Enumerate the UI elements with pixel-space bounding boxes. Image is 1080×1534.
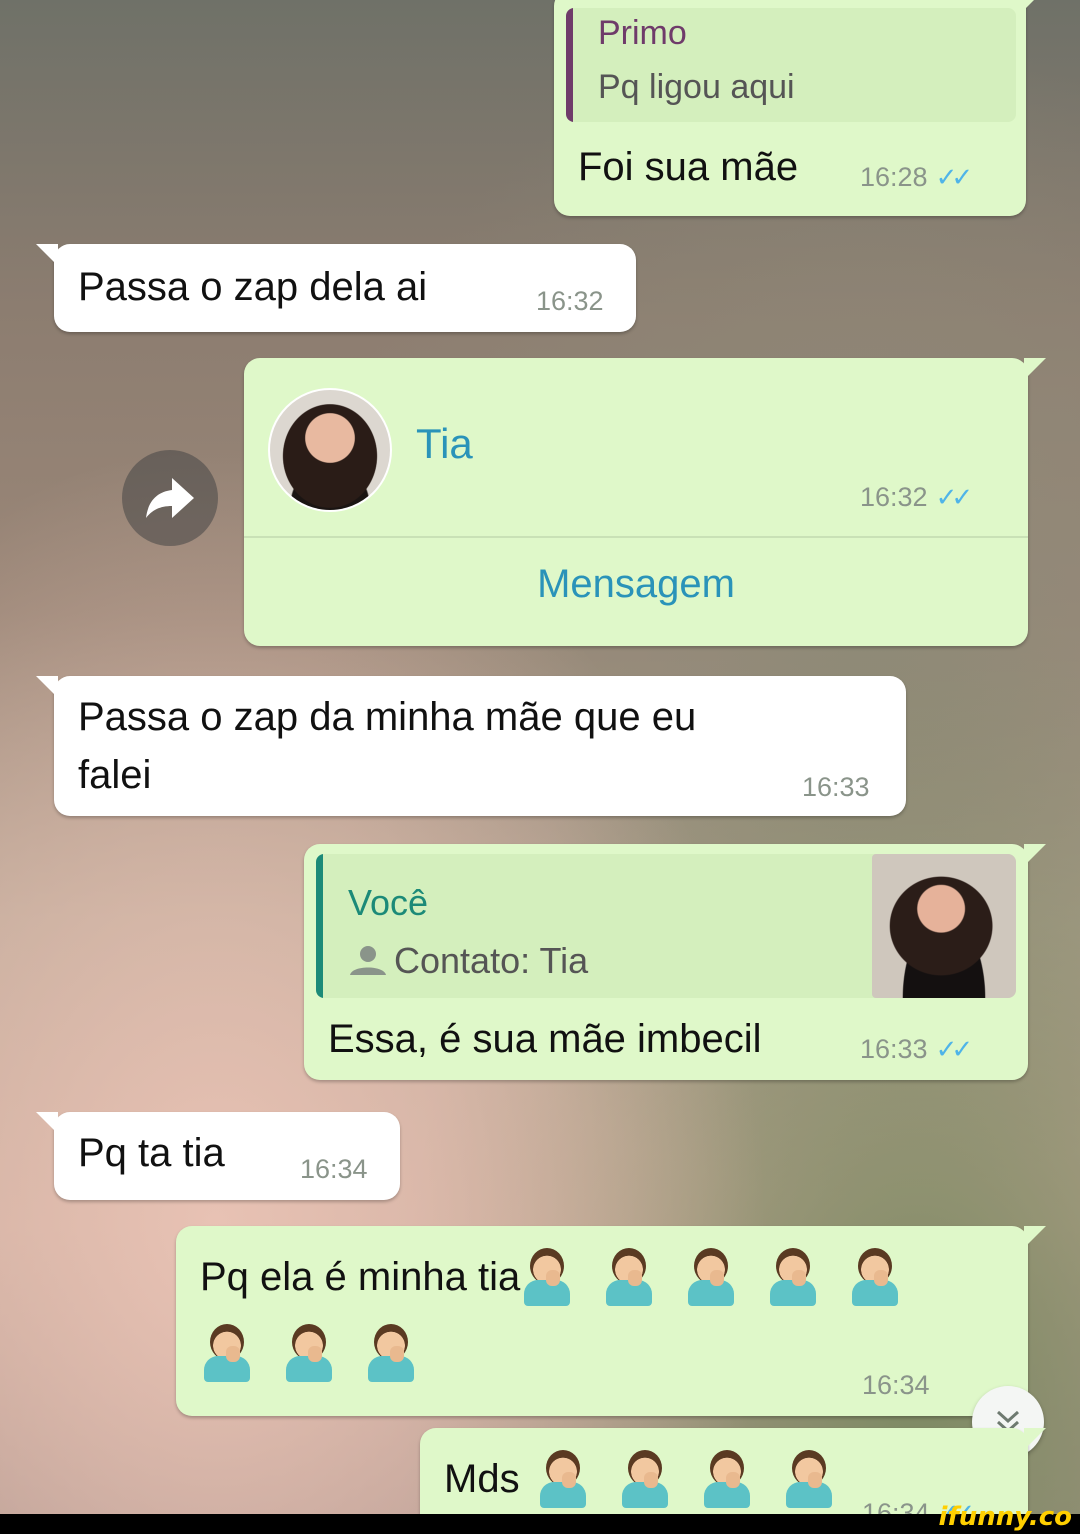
facepalm-emoji-icon xyxy=(850,1248,900,1306)
quote-bar xyxy=(316,854,323,998)
message-time: 16:33 ✓✓ xyxy=(860,1034,973,1065)
read-ticks-icon: ✓✓ xyxy=(935,162,973,192)
person-icon xyxy=(350,946,386,975)
message-bubble-1[interactable]: Primo Pq ligou aqui Foi sua mãe 16:28 ✓✓ xyxy=(554,0,1044,216)
message-text: Essa, é sua mãe imbecil xyxy=(328,1017,762,1061)
message-time: 16:28 ✓✓ xyxy=(860,162,973,193)
quoted-message[interactable]: Você Contato: Tia xyxy=(316,854,1016,998)
divider xyxy=(244,536,1028,538)
time-text: 16:32 xyxy=(860,482,928,512)
facepalm-emoji-icon xyxy=(604,1248,654,1306)
message-text-line-2: falei xyxy=(78,753,152,797)
forward-button[interactable] xyxy=(122,450,218,546)
contact-name[interactable]: Tia xyxy=(416,420,473,468)
time-text: 16:33 xyxy=(860,1034,928,1064)
quote-bar xyxy=(566,8,573,122)
message-text-line-1: Pq ela é minha tia xyxy=(200,1248,910,1306)
message-time: 16:34 xyxy=(300,1154,368,1184)
message-text: Mds xyxy=(444,1456,520,1501)
message-bubble-4[interactable]: Passa o zap da minha mãe que eu falei 16… xyxy=(36,676,906,816)
facepalm-emoji-icon xyxy=(202,1324,252,1382)
forward-arrow-icon xyxy=(146,478,194,518)
message-time: 16:32 xyxy=(536,286,604,316)
message-time: 16:33 xyxy=(802,772,870,802)
message-bubble-6[interactable]: Pq ta tia 16:34 xyxy=(36,1112,400,1200)
facepalm-emoji-icon xyxy=(784,1450,834,1508)
quote-contact-row: Contato: Tia xyxy=(348,940,588,982)
facepalm-emoji-icon xyxy=(366,1324,416,1382)
facepalm-emoji-icon xyxy=(284,1324,334,1382)
contact-card-bubble[interactable]: Tia 16:32 ✓✓ Mensagem xyxy=(244,358,1046,646)
message-text: Foi sua mãe xyxy=(578,145,799,189)
facepalm-emoji-icon xyxy=(538,1450,588,1508)
contact-avatar[interactable] xyxy=(268,388,392,512)
bottom-bar xyxy=(0,1514,1080,1534)
message-bubble-5[interactable]: Você Contato: Tia Essa, é sua mãe imbeci… xyxy=(304,844,1046,1080)
message-time: 16:34 xyxy=(862,1370,930,1400)
contact-thumbnail xyxy=(872,854,1016,998)
message-text: Pq ela é minha tia xyxy=(200,1254,521,1299)
watermark: ifunny.co xyxy=(938,1502,1072,1532)
quote-author: Primo xyxy=(598,14,687,52)
message-contact-button[interactable]: Mensagem xyxy=(244,562,1028,607)
quote-text: Contato: Tia xyxy=(394,940,589,981)
message-text: Pq ta tia xyxy=(78,1131,225,1175)
message-text-line-1: Passa o zap da minha mãe que eu xyxy=(78,695,697,739)
read-ticks-icon: ✓✓ xyxy=(935,482,973,512)
message-text-line-2 xyxy=(192,1324,426,1382)
facepalm-emoji-icon xyxy=(768,1248,818,1306)
message-text: Passa o zap dela ai xyxy=(78,265,428,309)
message-time: 16:32 ✓✓ xyxy=(860,482,973,513)
facepalm-emoji-icon xyxy=(686,1248,736,1306)
facepalm-emoji-icon xyxy=(522,1248,572,1306)
facepalm-emoji-icon xyxy=(620,1450,670,1508)
time-text: 16:28 xyxy=(860,162,928,192)
read-ticks-icon: ✓✓ xyxy=(935,1034,973,1064)
quote-text: Pq ligou aqui xyxy=(598,68,795,106)
message-bubble-7[interactable]: Pq ela é minha tia 16:34 xyxy=(176,1226,1046,1416)
quote-author: Você xyxy=(348,882,429,923)
message-line: Mds xyxy=(444,1450,844,1508)
message-bubble-2[interactable]: Passa o zap dela ai 16:32 xyxy=(36,244,636,332)
quoted-message[interactable]: Primo Pq ligou aqui xyxy=(566,8,1016,122)
facepalm-emoji-icon xyxy=(702,1450,752,1508)
